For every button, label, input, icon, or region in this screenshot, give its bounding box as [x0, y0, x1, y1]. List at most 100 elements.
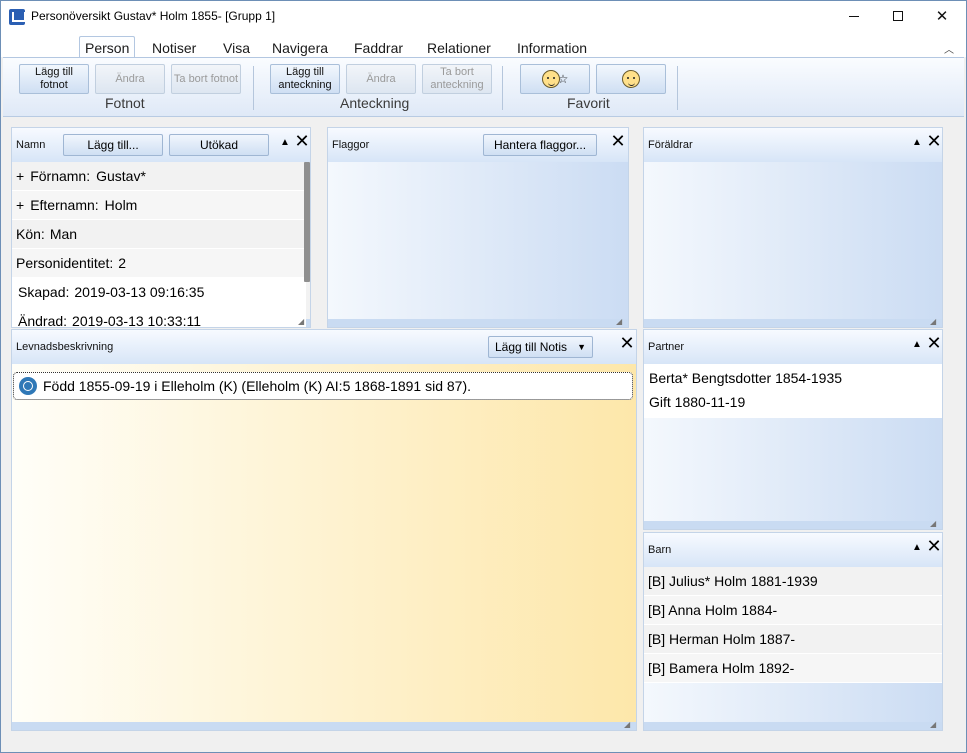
row-label: Kön: — [16, 226, 45, 242]
resize-grip-icon[interactable]: ◢ — [616, 318, 626, 326]
panel-title: Flaggor — [332, 139, 370, 151]
manage-flags-button[interactable]: Hantera flaggor... — [483, 134, 597, 156]
maximize-icon — [893, 11, 903, 21]
row-value: Holm — [104, 197, 138, 213]
resize-grip-icon[interactable]: ◢ — [930, 520, 940, 528]
ribbon-separator — [677, 66, 678, 110]
panel-header: Partner ▲ ✕ — [644, 330, 942, 364]
list-item-skapad: Skapad: 2019-03-13 09:16:35 — [12, 278, 306, 307]
add-footnote-button[interactable]: Lägg till fotnot — [19, 64, 89, 94]
add-name-button[interactable]: Lägg till... — [63, 134, 163, 156]
close-panel-icon[interactable]: ✕ — [926, 132, 942, 150]
event-text: Född 1855-09-19 i Elleholm (K) (Elleholm… — [43, 378, 471, 394]
event-row[interactable]: Född 1855-09-19 i Elleholm (K) (Elleholm… — [13, 372, 633, 400]
face-icon — [622, 70, 640, 88]
close-panel-icon[interactable]: ✕ — [294, 132, 310, 150]
row-label: Ändrad: — [18, 313, 68, 328]
panel-barn: Barn ▲ ✕ [B] Julius* Holm 1881-1939 [B] … — [643, 532, 943, 731]
edit-note-button[interactable]: Ändra — [346, 64, 416, 94]
ribbon-separator — [502, 66, 503, 110]
partner-entry[interactable]: Berta* Bengtsdotter 1854-1935 Gift 1880-… — [644, 364, 942, 418]
add-note-dropdown[interactable]: Lägg till Notis ▼ — [488, 336, 593, 358]
panel-partner: Partner ▲ ✕ Berta* Bengtsdotter 1854-193… — [643, 329, 943, 530]
expand-icon[interactable]: + — [16, 168, 24, 184]
resize-grip-icon[interactable]: ◢ — [624, 721, 634, 729]
extended-button[interactable]: Utökad — [169, 134, 269, 156]
favorite-person-button[interactable] — [596, 64, 666, 94]
birth-event-icon — [19, 377, 37, 395]
close-icon: ✕ — [935, 8, 949, 25]
remove-footnote-button[interactable]: Ta bort fotnot — [171, 64, 241, 94]
close-window-button[interactable]: ✕ — [919, 1, 965, 31]
panel-title: Barn — [648, 544, 672, 556]
panel-title: Levnadsbeskrivning — [16, 341, 114, 353]
star-face-icon — [541, 70, 560, 88]
close-panel-icon[interactable]: ✕ — [619, 334, 635, 352]
ribbon-separator — [253, 66, 254, 110]
favorite-star-button[interactable]: ☆ — [520, 64, 590, 94]
list-item-child[interactable]: [B] Herman Holm 1887- — [644, 625, 942, 654]
panel-levnadsbeskrivning: Levnadsbeskrivning Lägg till Notis ▼ ✕ F… — [11, 329, 637, 731]
add-note-button[interactable]: Lägg till anteckning — [270, 64, 340, 94]
list-item-child[interactable]: [B] Anna Holm 1884- — [644, 596, 942, 625]
resize-grip-icon[interactable]: ◢ — [930, 721, 940, 729]
children-list: [B] Julius* Holm 1881-1939 [B] Anna Holm… — [644, 567, 942, 722]
panel-namn: Namn Lägg till... Utökad ▲ ✕ + Förnamn: … — [11, 127, 311, 328]
chevron-down-icon: ▼ — [577, 342, 586, 352]
row-label: Efternamn: — [30, 197, 99, 213]
parents-area — [644, 162, 942, 319]
panel-header: Flaggor Hantera flaggor... ✕ — [328, 128, 628, 162]
list-item-kon[interactable]: Kön: Man — [12, 220, 306, 249]
edit-footnote-button[interactable]: Ändra — [95, 64, 165, 94]
app-window: Personöversikt Gustav* Holm 1855- [Grupp… — [0, 0, 967, 753]
maximize-button[interactable] — [875, 1, 921, 31]
row-label: Personidentitet: — [16, 255, 114, 271]
list-item-andrad: Ändrad: 2019-03-13 10:33:11 — [12, 307, 306, 328]
remove-note-button[interactable]: Ta bort anteckning — [422, 64, 492, 94]
pin-icon[interactable]: ▲ — [911, 137, 923, 149]
group-label-fotnot: Fotnot — [105, 95, 145, 111]
row-label: Förnamn: — [30, 168, 91, 184]
minimize-icon — [849, 15, 859, 17]
row-label: Skapad: — [18, 284, 70, 300]
panel-header: Namn Lägg till... Utökad ▲ ✕ — [12, 128, 310, 162]
pin-icon[interactable]: ▲ — [911, 339, 923, 351]
title-bar: Personöversikt Gustav* Holm 1855- [Grupp… — [1, 1, 966, 31]
list-item-fornamn[interactable]: + Förnamn: Gustav* — [12, 162, 306, 191]
row-value: 2 — [118, 255, 127, 271]
group-label-favorit: Favorit — [567, 95, 610, 111]
partner-name: Berta* Bengtsdotter 1854-1935 — [649, 370, 843, 386]
list-item-personidentitet[interactable]: Personidentitet: 2 — [12, 249, 306, 278]
list-item-child[interactable]: [B] Julius* Holm 1881-1939 — [644, 567, 942, 596]
name-list: + Förnamn: Gustav* + Efternamn: Holm Kön… — [12, 162, 310, 327]
panel-title: Partner — [648, 341, 685, 353]
resize-grip-icon[interactable]: ◢ — [298, 318, 308, 326]
minimize-button[interactable] — [831, 1, 877, 31]
panel-flaggor: Flaggor Hantera flaggor... ✕ ◢ — [327, 127, 629, 328]
panel-title: Föräldrar — [648, 139, 693, 151]
resize-grip-icon[interactable]: ◢ — [930, 318, 940, 326]
row-value: Gustav* — [96, 168, 146, 184]
window-title: Personöversikt Gustav* Holm 1855- [Grupp… — [31, 9, 276, 23]
row-value: 2019-03-13 09:16:35 — [74, 284, 205, 300]
pin-icon[interactable]: ▲ — [911, 542, 923, 554]
close-panel-icon[interactable]: ✕ — [926, 334, 942, 352]
row-value: 2019-03-13 10:33:11 — [72, 313, 202, 328]
close-panel-icon[interactable]: ✕ — [926, 537, 942, 555]
list-item-child[interactable]: [B] Bamera Holm 1892- — [644, 654, 942, 683]
flags-area — [328, 162, 628, 319]
ribbon-tabs: Person Notiser Visa Navigera Faddrar Rel… — [1, 31, 966, 60]
scrollbar[interactable] — [304, 162, 310, 282]
row-value: Man — [49, 226, 78, 242]
panel-header: Levnadsbeskrivning Lägg till Notis ▼ ✕ — [12, 330, 636, 364]
ribbon-body: Lägg till fotnot Ändra Ta bort fotnot Fo… — [3, 57, 964, 117]
ribbon-collapse-icon[interactable]: ︿ — [944, 41, 956, 56]
list-item-efternamn[interactable]: + Efternamn: Holm — [12, 191, 306, 220]
app-icon — [9, 9, 26, 25]
expand-icon[interactable]: + — [16, 197, 24, 213]
panel-header: Föräldrar ▲ ✕ — [644, 128, 942, 162]
panel-title: Namn — [16, 139, 46, 151]
pin-icon[interactable]: ▲ — [279, 137, 291, 149]
close-panel-icon[interactable]: ✕ — [610, 132, 626, 150]
panel-foraldrar: Föräldrar ▲ ✕ ◢ — [643, 127, 943, 328]
